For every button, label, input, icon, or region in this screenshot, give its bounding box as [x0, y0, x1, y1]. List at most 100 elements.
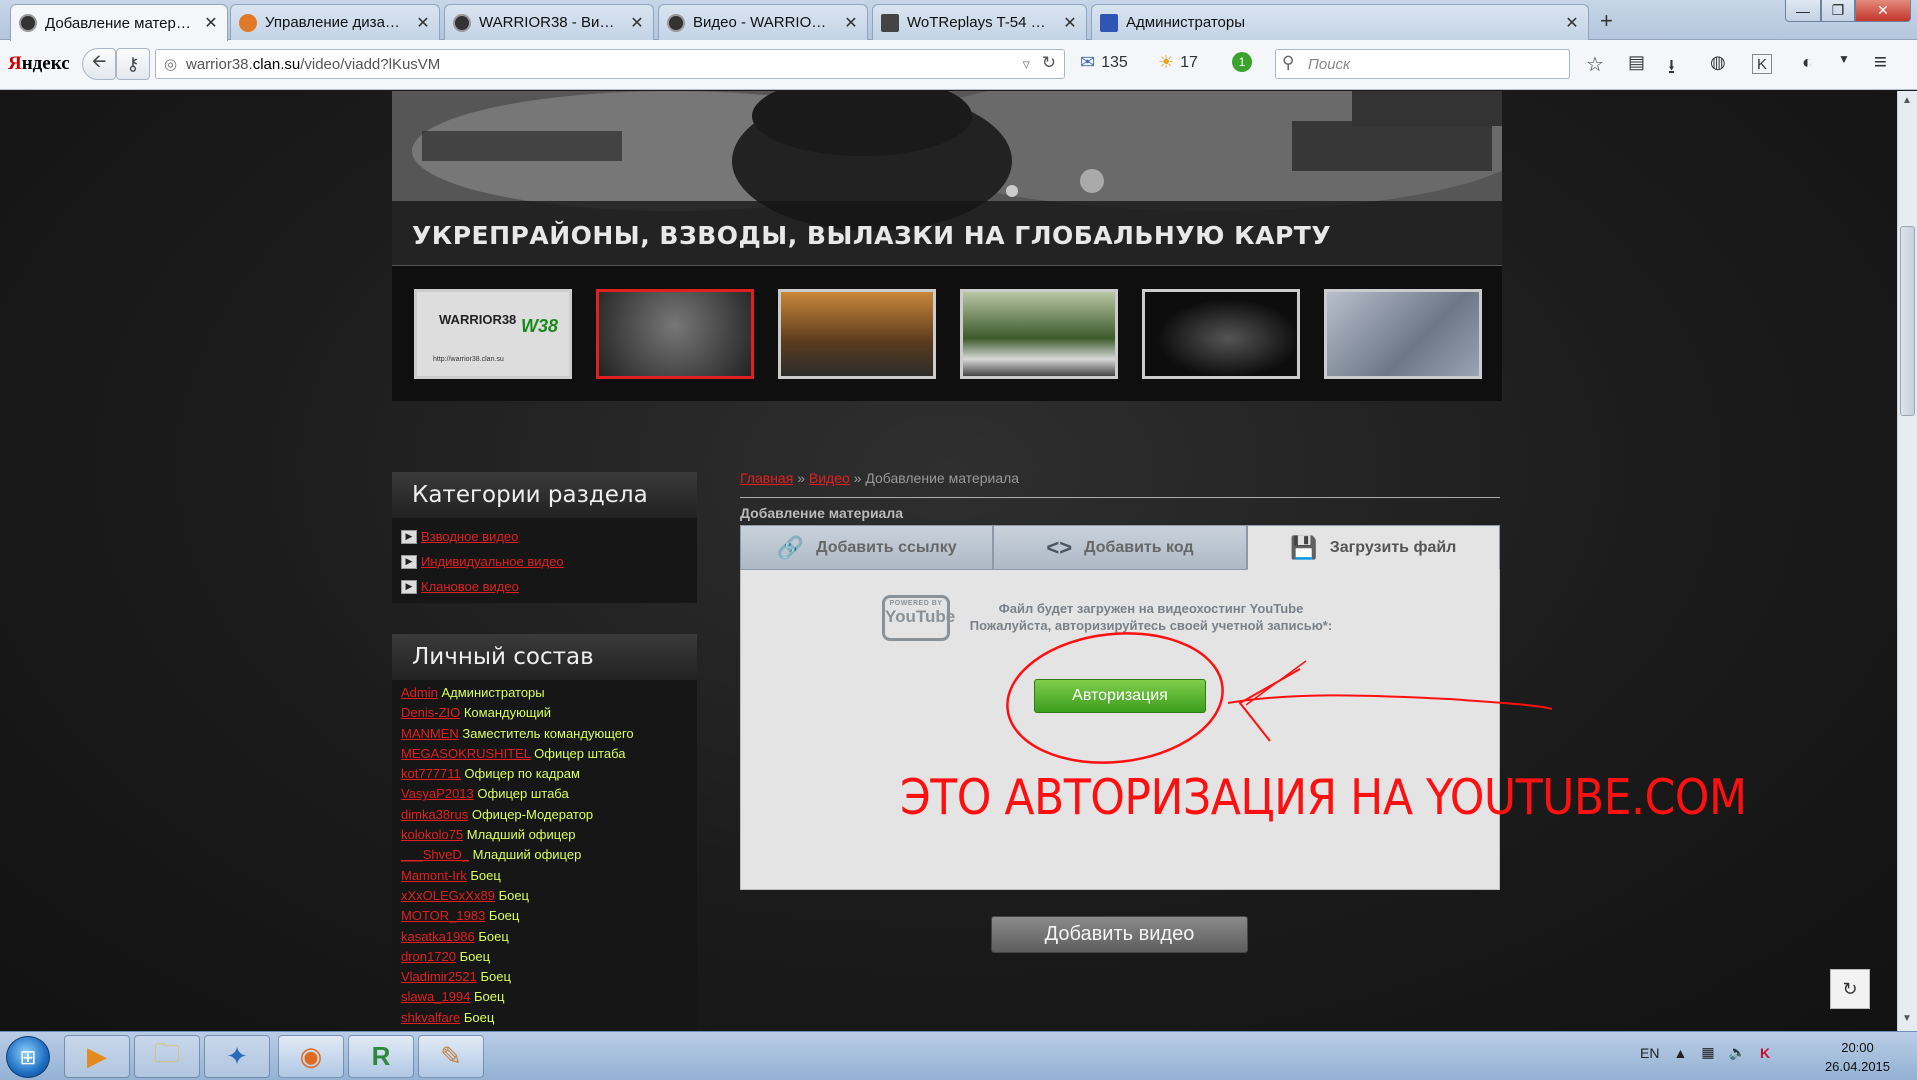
member-name[interactable]: MEGASOKRUSHITEL	[401, 746, 531, 761]
thumb-tanker-selected[interactable]	[596, 289, 754, 379]
member-name[interactable]: Vladimir2521	[401, 969, 477, 984]
tab-add-code[interactable]: <> Добавить код	[993, 525, 1247, 570]
language-indicator[interactable]: EN	[1640, 1045, 1659, 1061]
member-role: Боец	[488, 908, 520, 924]
clock[interactable]: 20:00 26.04.2015	[1810, 1038, 1905, 1076]
thumb-dark-tank[interactable]	[1142, 289, 1300, 379]
close-tab-icon[interactable]: ✕	[203, 13, 219, 33]
account-menu-icon[interactable]: ▼	[1838, 52, 1850, 66]
category-item[interactable]: ▶ Индивидуальное видео	[392, 549, 697, 574]
category-item[interactable]: ▶ Клановое видео	[392, 574, 697, 599]
back-button[interactable]: 🡨	[82, 48, 116, 80]
taskbar-paint[interactable]: ✎	[418, 1035, 484, 1078]
browser-tab-warrior-video[interactable]: WARRIOR38 - Видео бойц... ✕	[444, 4, 654, 40]
browser-tab-design[interactable]: Управление дизайном - ... ✕	[230, 4, 440, 40]
taskbar-browser[interactable]: ◉	[278, 1035, 344, 1078]
yandex-logo[interactable]: Яндекс	[8, 53, 70, 75]
site-favicon-icon	[667, 13, 685, 32]
member-name[interactable]: xXxOLEGxXx89	[401, 888, 495, 903]
browser-tab-wotreplays[interactable]: WoTReplays T-54 d1mka3... ✕	[872, 4, 1087, 40]
browser-tab-admins[interactable]: Администраторы ✕	[1091, 4, 1589, 40]
taskbar-explorer[interactable]: 🗀	[134, 1035, 200, 1078]
show-hidden-icons-icon[interactable]: ▲	[1673, 1045, 1687, 1061]
downloads-icon[interactable]: ⭳	[1668, 52, 1675, 86]
address-bar[interactable]: ◎ warrior38. clan.su/video/viadd?lKusVM ▿…	[155, 49, 1065, 79]
chat-icon[interactable]: ◍	[1710, 52, 1726, 73]
kaspersky-icon[interactable]: K	[1752, 54, 1772, 74]
thumb-tank-monument[interactable]	[960, 289, 1118, 379]
account-icon[interactable]: ◐	[1802, 52, 1813, 73]
thumb-winter-map[interactable]	[1324, 289, 1482, 379]
tab-add-link[interactable]: 🔗 Добавить ссылку	[740, 525, 994, 570]
member-name[interactable]: MOTOR_1983	[401, 908, 485, 923]
member-row: dron1720 Боец	[392, 949, 697, 969]
notifications-widget[interactable]: 1	[1232, 52, 1252, 72]
volume-icon[interactable]: 🔈	[1729, 1044, 1746, 1061]
close-tab-icon[interactable]: ✕	[415, 13, 431, 33]
authorize-button[interactable]: Авторизация	[1034, 679, 1206, 713]
taskbar-app-r[interactable]: R	[348, 1035, 414, 1078]
tab-label: Загрузить файл	[1329, 538, 1457, 556]
breadcrumb-video-link[interactable]: Видео	[809, 470, 850, 486]
start-button[interactable]: ⊞	[6, 1036, 50, 1078]
close-window-button[interactable]: ✕	[1855, 0, 1911, 22]
scroll-to-top-button[interactable]: ↻	[1830, 969, 1870, 1009]
weather-widget[interactable]: ☀ 17	[1158, 52, 1198, 73]
member-name[interactable]: MANMEN	[401, 726, 459, 741]
member-name[interactable]: ___ShveD_	[401, 847, 469, 862]
network-icon[interactable]: ▦	[1701, 1044, 1714, 1061]
browser-tab-add-material[interactable]: Добавление материала - ... ✕	[10, 4, 228, 41]
scrollbar-thumb[interactable]	[1900, 226, 1915, 416]
mail-widget[interactable]: ✉ 135	[1080, 52, 1128, 73]
member-name[interactable]: dimka38rus	[401, 807, 468, 822]
page-scrollbar[interactable]: ▲ ▼	[1897, 91, 1917, 1031]
member-name[interactable]: Mamont-Irk	[401, 868, 467, 883]
tab-title: Администраторы	[1126, 14, 1246, 31]
member-name[interactable]: shkvalfare	[401, 1010, 460, 1025]
category-link[interactable]: Индивидуальное видео	[421, 554, 564, 569]
new-tab-button[interactable]: +	[1600, 8, 1613, 34]
play-icon: ▶	[401, 529, 417, 544]
clock-date: 26.04.2015	[1824, 1059, 1891, 1074]
close-tab-icon[interactable]: ✕	[629, 13, 645, 33]
search-input[interactable]: Поиск	[1275, 49, 1570, 79]
member-role: Администраторы	[441, 685, 545, 700]
thumb-warrior38[interactable]: WARRIOR38 W38 http://warrior38.clan.su	[414, 289, 572, 379]
thumb-explosion[interactable]	[778, 289, 936, 379]
antivirus-icon[interactable]: K	[1760, 1045, 1770, 1061]
dropdown-icon[interactable]: ▿	[1022, 55, 1030, 73]
category-item[interactable]: ▶ Взводное видео	[392, 524, 697, 549]
tab-title: Управление дизайном - ...	[265, 14, 407, 31]
site-info-button[interactable]: ⚷	[116, 48, 150, 80]
taskbar-media-player[interactable]: ▶	[64, 1035, 130, 1078]
member-name[interactable]: dron1720	[401, 949, 456, 964]
main-menu-icon[interactable]: ≡	[1874, 49, 1887, 75]
close-tab-icon[interactable]: ✕	[1564, 13, 1580, 33]
member-role: Младший офицер	[466, 827, 576, 843]
browser-tab-video[interactable]: Видео - WARRIOR38 ✕	[658, 4, 868, 40]
member-name[interactable]: kasatka1986	[401, 929, 475, 944]
play-icon: ▶	[401, 554, 417, 569]
bookmark-star-icon[interactable]: ☆	[1586, 52, 1604, 77]
category-link[interactable]: Клановое видео	[421, 579, 519, 594]
reading-list-icon[interactable]: ▤	[1628, 52, 1645, 73]
reload-icon[interactable]: ↻	[1042, 53, 1056, 73]
member-name[interactable]: kot777711	[401, 766, 461, 781]
add-video-button[interactable]: Добавить видео	[991, 916, 1248, 953]
maximize-button[interactable]: ❐	[1821, 0, 1855, 22]
tab-upload-file[interactable]: 💾 Загрузить файл	[1246, 525, 1500, 570]
scroll-down-icon[interactable]: ▼	[1902, 1013, 1912, 1024]
member-name[interactable]: VasyaP2013	[401, 786, 474, 801]
taskbar-launcher[interactable]: ✦	[204, 1035, 270, 1078]
member-name[interactable]: Denis-ZIO	[401, 705, 460, 720]
member-name[interactable]: Admin	[401, 685, 438, 700]
member-name[interactable]: slawa_1994	[401, 989, 470, 1004]
member-name[interactable]: kolokolo75	[401, 827, 463, 842]
scroll-up-icon[interactable]: ▲	[1902, 95, 1912, 106]
close-tab-icon[interactable]: ✕	[843, 13, 859, 33]
close-tab-icon[interactable]: ✕	[1062, 13, 1078, 33]
category-link[interactable]: Взводное видео	[421, 529, 518, 544]
minimize-button[interactable]: —	[1785, 0, 1821, 22]
breadcrumb-home-link[interactable]: Главная	[740, 470, 793, 486]
upload-panel: POWERED BY YouTube Файл будет загружен н…	[740, 570, 1500, 890]
